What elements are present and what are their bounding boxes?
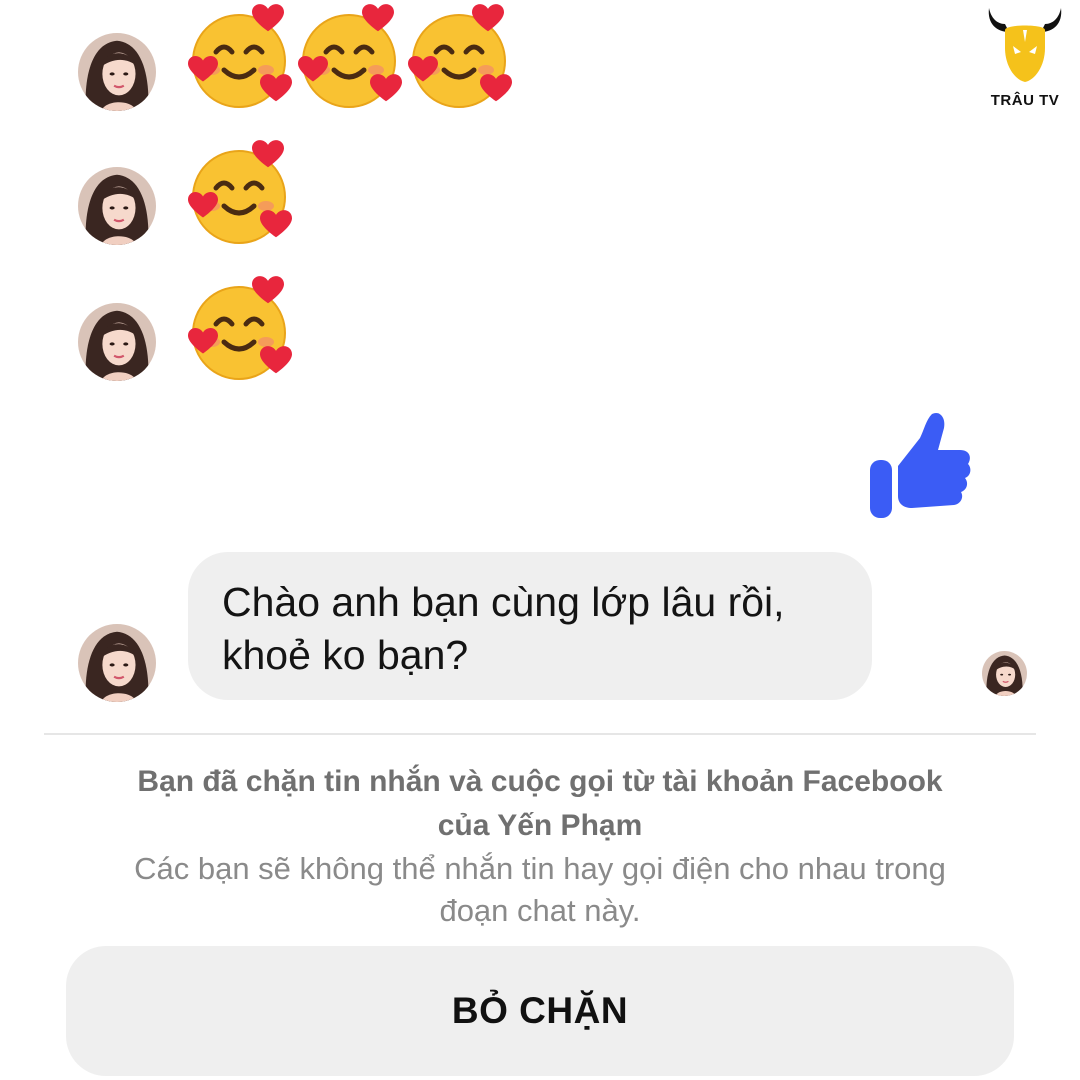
message-text-line: khoẻ ko bạn? — [222, 632, 469, 678]
thumbs-up-icon[interactable] — [866, 410, 974, 520]
profile-photo-icon — [982, 651, 1027, 696]
block-notice-description: đoạn chat này. — [439, 893, 641, 928]
brand-logo-text: TRÂU TV — [990, 92, 1060, 109]
contact-avatar[interactable] — [78, 303, 156, 381]
profile-photo-icon — [78, 624, 156, 702]
block-notice-title: của Yến Phạm — [437, 809, 643, 842]
block-notice-title: Bạn đã chặn tin nhắn và cuộc gọi từ tài … — [137, 765, 943, 798]
smiling-face-with-hearts-icon[interactable] — [406, 4, 516, 114]
profile-photo-icon — [78, 303, 156, 381]
brand-logo: TRÂU TV — [980, 2, 1070, 112]
message-bubble[interactable]: Chào anh bạn cùng lớp lâu rồi, khoẻ ko b… — [188, 552, 872, 700]
message-text-line: Chào anh bạn cùng lớp lâu rồi, — [222, 579, 785, 625]
divider — [44, 733, 1036, 735]
profile-photo-icon — [78, 33, 156, 111]
smiling-face-with-hearts-icon[interactable] — [186, 276, 296, 386]
block-notice: Bạn đã chặn tin nhắn và cuộc gọi từ tài … — [40, 760, 1040, 932]
contact-avatar[interactable] — [78, 167, 156, 245]
smiling-face-with-hearts-icon[interactable] — [186, 140, 296, 250]
block-notice-description: Các bạn sẽ không thể nhắn tin hay gọi đi… — [134, 851, 946, 886]
bull-head-logo-icon — [988, 8, 1062, 82]
unblock-button[interactable]: BỎ CHẶN — [66, 946, 1014, 1076]
smiling-face-with-hearts-icon[interactable] — [296, 4, 406, 114]
seen-receipt-avatar — [982, 651, 1027, 696]
contact-avatar[interactable] — [78, 624, 156, 702]
contact-avatar[interactable] — [78, 33, 156, 111]
smiling-face-with-hearts-icon[interactable] — [186, 4, 296, 114]
profile-photo-icon — [78, 167, 156, 245]
